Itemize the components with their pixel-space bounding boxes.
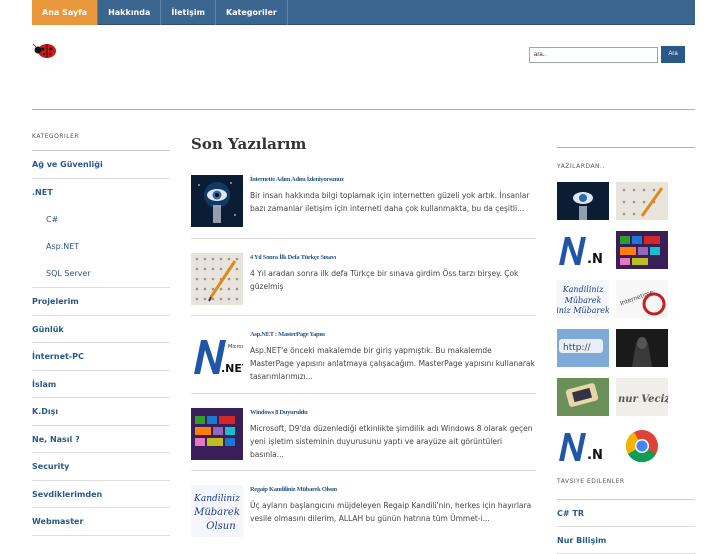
chrome-logo-image[interactable] <box>616 427 668 465</box>
nav-categories[interactable]: Kategoriler <box>216 0 288 25</box>
post-excerpt: Microsoft, D9'da düzenlediği etkinlikte … <box>250 423 533 459</box>
post-title[interactable]: Windows 8 Duyuruldu <box>250 409 308 416</box>
post-title[interactable]: 4 Yıl Sonra İlk Defa Türkçe Sınavı <box>250 254 336 261</box>
ladybug-icon[interactable] <box>32 42 58 60</box>
post-title[interactable]: Regaip Kandiliniz Mübarek Olsun <box>250 486 337 493</box>
post-item: Kandiliniz Mübarek Olsun Regaip Kandilin… <box>191 471 536 549</box>
post-title[interactable]: İnternette Adım Adım İzleniyorsunuz <box>250 176 344 183</box>
post-excerpt: Asp.NET'e önceki makalemde bir giriş yap… <box>250 346 535 381</box>
eye-image[interactable] <box>557 182 609 220</box>
nav-home[interactable]: Ana Sayfa <box>32 0 99 25</box>
svg-text:Olsun: Olsun <box>206 521 235 532</box>
header-divider <box>32 109 695 110</box>
post-excerpt: Üç ayların başlangıcını müjdeleyen Regai… <box>250 501 532 523</box>
recommended-link-csharp-tr[interactable]: C# TR <box>557 500 695 527</box>
svg-text:Mübarek: Mübarek <box>564 296 602 305</box>
top-nav: Ana Sayfa Hakkında İletişim Kategoriler <box>32 0 695 25</box>
post-item: İnternette Adım Adım İzleniyorsunuz Bir … <box>191 161 536 239</box>
sidebar-item-webmaster[interactable]: Webmaster <box>32 508 170 536</box>
right-sidebar: YAZILARDAN.. .N Kandiliniz Mübarek Olsun… <box>557 147 695 554</box>
svg-text:Kandiliniz: Kandiliniz <box>193 494 240 504</box>
post-item: 4 Yıl Sonra İlk Defa Türkçe Sınavı 4 Yıl… <box>191 239 536 316</box>
nav-contact[interactable]: İletişim <box>161 0 216 25</box>
dotnet-logo-image[interactable]: .N <box>557 231 609 269</box>
recent-posts-title: YAZILARDAN.. <box>557 163 605 170</box>
sidebar-item-how-to[interactable]: Ne, Nasıl ? <box>32 426 170 453</box>
sidebar-item-security[interactable]: Security <box>32 453 170 481</box>
dotnet-text: .N <box>587 252 603 267</box>
sidebar-item-csharp[interactable]: C# <box>32 206 170 233</box>
hacker-image[interactable] <box>616 329 668 367</box>
nav-about[interactable]: Hakkında <box>98 0 162 25</box>
page-title: Son Yazılarım <box>191 135 307 153</box>
latest-posts: Son Yazılarım İnternette Adım Adım İzlen… <box>191 133 536 549</box>
internetime-image[interactable]: Internetime <box>616 280 668 318</box>
recommended-link-nur-bilisim[interactable]: Nur Bilişim <box>557 527 695 554</box>
recent-posts-grid: .N Kandiliniz Mübarek Olsun Kandiliniz Müb… <box>557 182 695 465</box>
svg-text:.N: .N <box>587 448 603 463</box>
sidebar-item-internet-pc[interactable]: İnternet-PC <box>32 343 170 371</box>
svg-text:Kandiliniz: Kandiliniz <box>562 285 604 294</box>
sidebar-item-islam[interactable]: İslam <box>32 371 170 398</box>
windows8-image[interactable] <box>616 231 668 269</box>
sidebar-item-projects[interactable]: Projelerim <box>32 288 170 316</box>
phone-image[interactable] <box>557 378 609 416</box>
recommended-title: TAVSIYE EDILENLER <box>557 476 695 500</box>
search-input[interactable] <box>529 47 658 63</box>
sidebar-item-aspnet[interactable]: Asp.NET <box>32 233 170 260</box>
sidebar-item-abroad[interactable]: K.Dışı <box>32 398 170 426</box>
search-button[interactable]: Ara <box>661 46 685 63</box>
nur-vecize-image[interactable]: nur Veciz <box>616 378 668 416</box>
svg-text:Mübarek: Mübarek <box>193 507 240 518</box>
sidebar-item-dotnet[interactable]: .NET <box>32 179 170 207</box>
post-item: Windows 8 Duyuruldu Microsoft, D9'da düz… <box>191 394 536 471</box>
exam-sheet-image[interactable] <box>616 182 668 220</box>
sidebar-item-diary[interactable]: Günlük <box>32 316 170 343</box>
eye-image[interactable] <box>191 175 243 227</box>
category-sidebar: KATEGORILER Ağ ve Güvenliği .NET C# Asp.… <box>32 133 170 536</box>
post-excerpt: 4 Yıl aradan sonra ilk defa Türkçe bir s… <box>250 268 519 291</box>
http-image[interactable]: http:// <box>557 329 609 367</box>
post-item: .NET Microsoft Asp.NET : MasterPage Yapı… <box>191 316 536 394</box>
dotnet-logo-image[interactable]: .N <box>557 427 609 465</box>
svg-text:.NET: .NET <box>221 362 243 375</box>
nur-vecize-text: nur Veciz <box>618 394 668 405</box>
sidebar-item-network-security[interactable]: Ağ ve Güvenliği <box>32 151 170 179</box>
sidebar-item-sqlserver[interactable]: SQL Server <box>32 260 170 288</box>
kandil-text: Kandiliniz Mübarek Olsun <box>557 306 609 315</box>
post-excerpt: Bir insan hakkında bilgi toplamak için i… <box>250 191 530 213</box>
post-title[interactable]: Asp.NET : MasterPage Yapısı <box>250 331 325 338</box>
svg-text:Microsoft: Microsoft <box>228 344 243 350</box>
exam-sheet-image[interactable] <box>191 252 243 305</box>
sidebar-item-favorites[interactable]: Sevdiklerimden <box>32 481 170 508</box>
dotnet-logo-image[interactable]: .NET Microsoft <box>191 330 243 382</box>
kandil-image[interactable]: Kandiliniz Mübarek Olsun <box>191 485 243 537</box>
sidebar-title: KATEGORILER <box>32 133 170 151</box>
kandil-image[interactable]: Kandiliniz Mübarek Olsun Kandiliniz Mübare… <box>557 280 609 318</box>
windows8-image[interactable] <box>191 407 243 460</box>
svg-text:http://: http:// <box>563 343 592 353</box>
